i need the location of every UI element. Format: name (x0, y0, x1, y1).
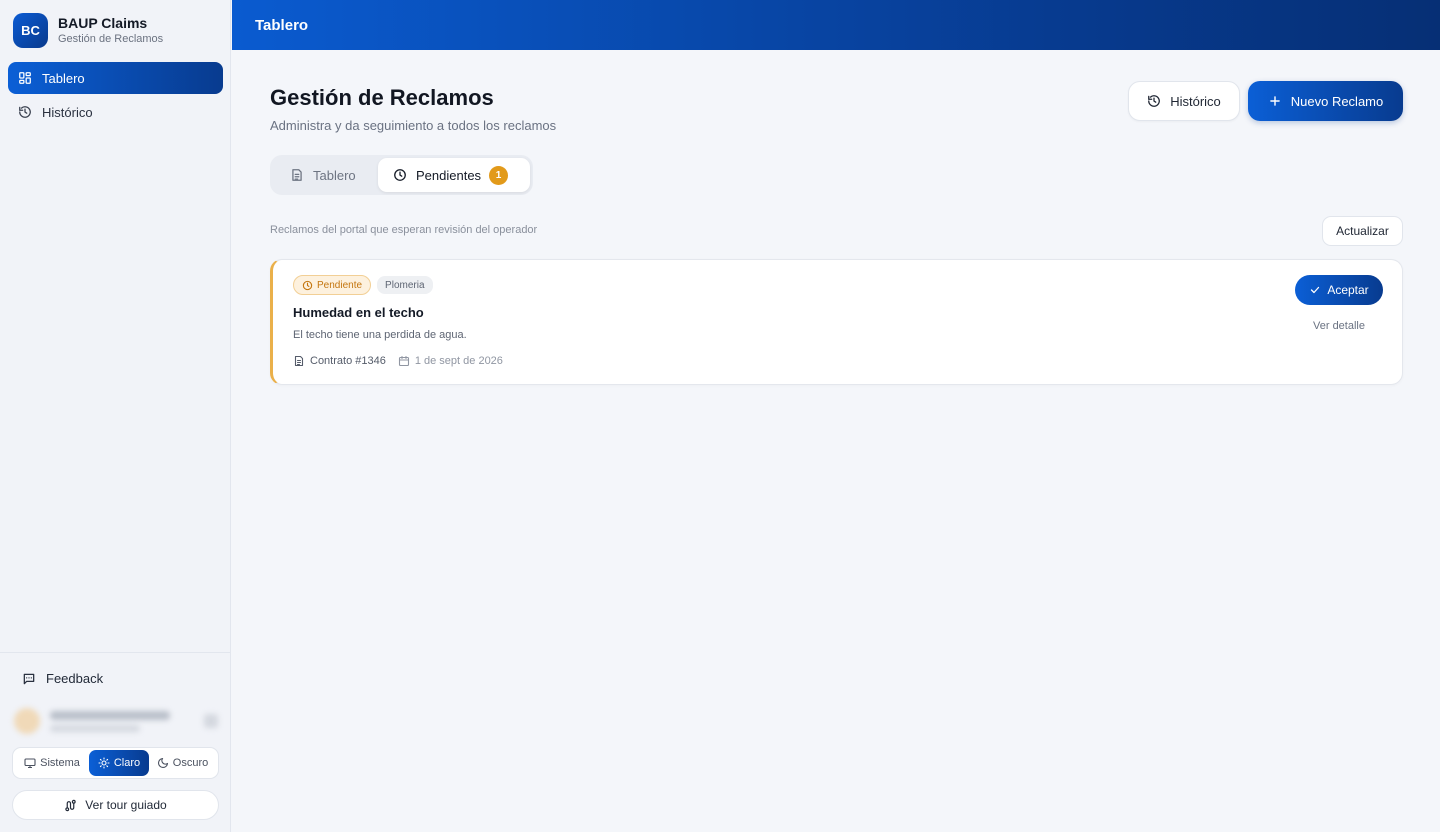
sun-icon (98, 757, 110, 769)
new-claim-button[interactable]: Nuevo Reclamo (1248, 81, 1403, 121)
monitor-icon (24, 757, 36, 769)
clock-icon (302, 280, 313, 291)
topbar: Tablero (232, 0, 1440, 50)
claim-contract: Contrato #1346 (293, 355, 386, 367)
tour-button[interactable]: Ver tour guiado (12, 790, 219, 820)
claim-date-label: 1 de sept de 2026 (414, 355, 503, 367)
history-icon (1147, 94, 1161, 108)
new-claim-button-label: Nuevo Reclamo (1290, 93, 1384, 109)
route-icon (64, 799, 77, 812)
sidebar-item-label: Histórico (42, 104, 93, 120)
message-square-icon (22, 672, 36, 686)
accept-button-label: Aceptar (1327, 283, 1369, 297)
theme-option-claro[interactable]: Claro (89, 750, 149, 776)
status-badge: Pendiente (293, 275, 372, 295)
user-name-redacted (50, 710, 170, 720)
view-tabs: Tablero Pendientes 1 (270, 155, 533, 195)
avatar (14, 708, 40, 734)
moon-icon (157, 757, 169, 769)
file-list-icon (293, 355, 305, 367)
claim-card: Pendiente Plomeria Humedad en el techo E… (270, 259, 1403, 385)
theme-option-sistema[interactable]: Sistema (15, 750, 89, 776)
accept-button[interactable]: Aceptar (1295, 275, 1383, 305)
clock-icon (393, 168, 407, 182)
sidebar-item-tablero[interactable]: Tablero (8, 62, 223, 94)
theme-option-label: Sistema (40, 757, 80, 769)
category-badge: Plomeria (377, 276, 433, 294)
user-email-redacted (50, 724, 140, 732)
claim-description: El techo tiene una perdida de agua. (293, 329, 467, 341)
chevron-icon (204, 714, 218, 728)
status-badge-label: Pendiente (317, 279, 363, 291)
user-menu[interactable] (14, 706, 218, 736)
tab-tablero[interactable]: Tablero (273, 158, 378, 192)
tour-label: Ver tour guiado (85, 798, 167, 812)
feedback-label: Feedback (46, 671, 104, 686)
brand[interactable]: BC BAUP Claims Gestión de Reclamos (13, 13, 163, 48)
tab-label: Pendientes (416, 167, 482, 183)
feedback-button[interactable]: Feedback (22, 671, 103, 686)
view-detail-link[interactable]: Ver detalle (1295, 320, 1383, 332)
theme-option-oscuro[interactable]: Oscuro (149, 750, 216, 776)
claim-title: Humedad en el techo (293, 305, 424, 320)
brand-subtitle: Gestión de Reclamos (58, 33, 164, 45)
tab-pendientes[interactable]: Pendientes 1 (378, 158, 530, 192)
calendar-icon (398, 355, 410, 367)
history-icon (18, 105, 32, 119)
page-subtitle: Administra y da seguimiento a todos los … (270, 118, 557, 133)
history-button[interactable]: Histórico (1128, 81, 1240, 121)
topbar-title: Tablero (255, 16, 309, 34)
brand-logo: BC (13, 13, 48, 48)
pending-hint: Reclamos del portal que esperan revisión… (270, 224, 538, 236)
sidebar-item-historico[interactable]: Histórico (8, 96, 223, 128)
page-title: Gestión de Reclamos (270, 85, 494, 110)
sidebar-divider (0, 652, 231, 653)
sidebar: BC BAUP Claims Gestión de Reclamos Table… (0, 0, 231, 832)
check-icon (1309, 284, 1321, 296)
tab-label: Tablero (313, 167, 356, 183)
theme-option-label: Oscuro (172, 757, 209, 769)
history-button-label: Histórico (1170, 93, 1221, 109)
dashboard-icon (18, 71, 32, 85)
brand-title: BAUP Claims (58, 15, 148, 31)
theme-option-label: Claro (113, 757, 141, 769)
file-list-icon (290, 168, 304, 182)
pending-count-badge: 1 (489, 165, 509, 185)
plus-icon (1268, 94, 1282, 108)
sidebar-item-label: Tablero (42, 70, 85, 86)
claim-contract-label: Contrato #1346 (310, 355, 386, 367)
claim-date: 1 de sept de 2026 (398, 355, 503, 367)
refresh-button[interactable]: Actualizar (1322, 216, 1403, 246)
theme-switch: Sistema Claro Oscuro (12, 747, 219, 779)
